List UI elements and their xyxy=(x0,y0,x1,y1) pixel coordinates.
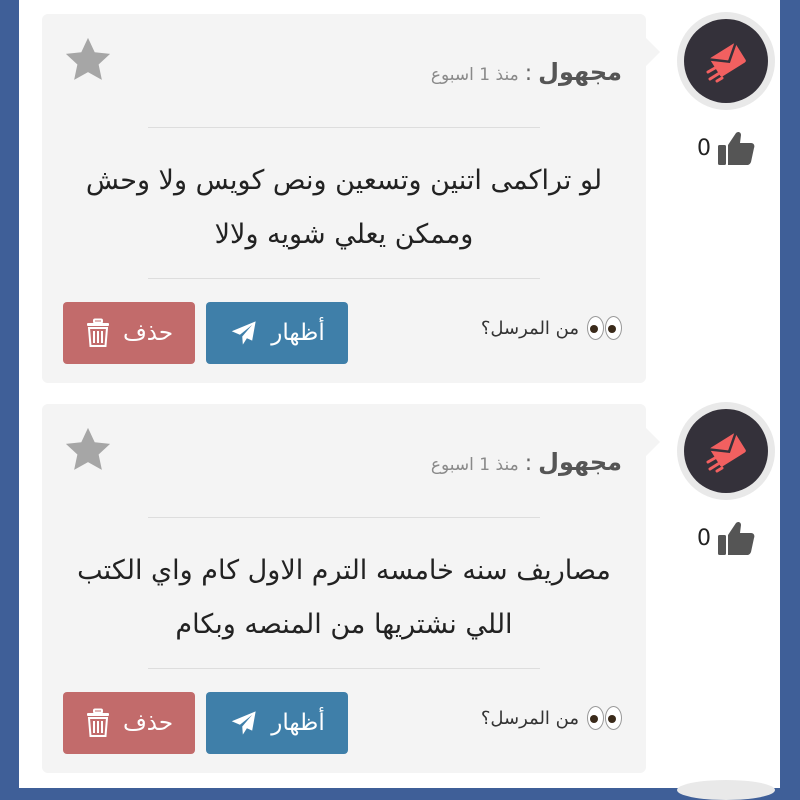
show-button-label: أظهار xyxy=(271,710,325,736)
divider xyxy=(148,517,540,518)
like-control[interactable]: 0 xyxy=(697,130,755,166)
divider xyxy=(148,278,540,279)
star-icon[interactable] xyxy=(62,424,114,476)
divider xyxy=(148,668,540,669)
sender-line: مجهول:منذ 1 اسبوع xyxy=(431,448,622,476)
paper-plane-icon xyxy=(232,321,256,345)
delete-button[interactable]: حذف xyxy=(63,302,195,364)
avatar xyxy=(677,402,775,500)
envelope-icon xyxy=(706,433,746,473)
sender-separator: : xyxy=(524,61,533,86)
message-time: منذ 1 اسبوع xyxy=(430,455,519,475)
who-sender-label: من المرسل؟ xyxy=(480,317,579,339)
trash-icon xyxy=(86,318,109,347)
like-control[interactable]: 0 xyxy=(697,520,755,556)
show-sender-button[interactable]: أظهار xyxy=(206,692,348,754)
message-card: مجهول:منذ 1 اسبوع مصاريف سنه خامسه الترم… xyxy=(42,404,660,773)
who-sender-link[interactable]: من المرسل؟ xyxy=(481,316,622,340)
delete-button-label: حذف xyxy=(122,710,174,736)
who-sender-link[interactable]: من المرسل؟ xyxy=(481,706,622,730)
who-sender-label: من المرسل؟ xyxy=(480,707,579,729)
delete-button-label: حذف xyxy=(122,320,174,346)
thumbs-up-icon xyxy=(718,131,755,165)
thumbs-up-icon xyxy=(718,521,755,555)
message-card: مجهول:منذ 1 اسبوع لو تراكمى اتنين وتسعين… xyxy=(42,14,660,383)
eyes-icon xyxy=(587,706,622,730)
divider xyxy=(148,127,540,128)
trash-icon xyxy=(86,708,109,737)
sender-name: مجهول xyxy=(538,448,622,476)
star-icon[interactable] xyxy=(62,34,114,86)
paper-plane-icon xyxy=(232,711,256,735)
avatar xyxy=(677,12,775,110)
sender-name: مجهول xyxy=(538,58,622,86)
like-count: 0 xyxy=(697,525,711,551)
message-text: مصاريف سنه خامسه الترم الاول كام واي الك… xyxy=(77,555,611,640)
show-button-label: أظهار xyxy=(271,320,325,346)
avatar xyxy=(677,780,775,800)
message-text: لو تراكمى اتنين وتسعين ونص كويس ولا وحش … xyxy=(85,165,603,250)
eyes-icon xyxy=(587,316,622,340)
message-item: مجهول:منذ 1 اسبوع مصاريف سنه خامسه الترم… xyxy=(19,390,780,780)
sender-line: مجهول:منذ 1 اسبوع xyxy=(431,58,622,86)
like-count: 0 xyxy=(697,135,711,161)
messages-panel: مجهول:منذ 1 اسبوع لو تراكمى اتنين وتسعين… xyxy=(19,0,780,800)
delete-button[interactable]: حذف xyxy=(63,692,195,754)
message-item: مجهول:منذ 1 اسبوع لو تراكمى اتنين وتسعين… xyxy=(19,0,780,390)
show-sender-button[interactable]: أظهار xyxy=(206,302,348,364)
sender-separator: : xyxy=(524,451,533,476)
envelope-icon xyxy=(706,43,746,83)
message-time: منذ 1 اسبوع xyxy=(430,65,519,85)
